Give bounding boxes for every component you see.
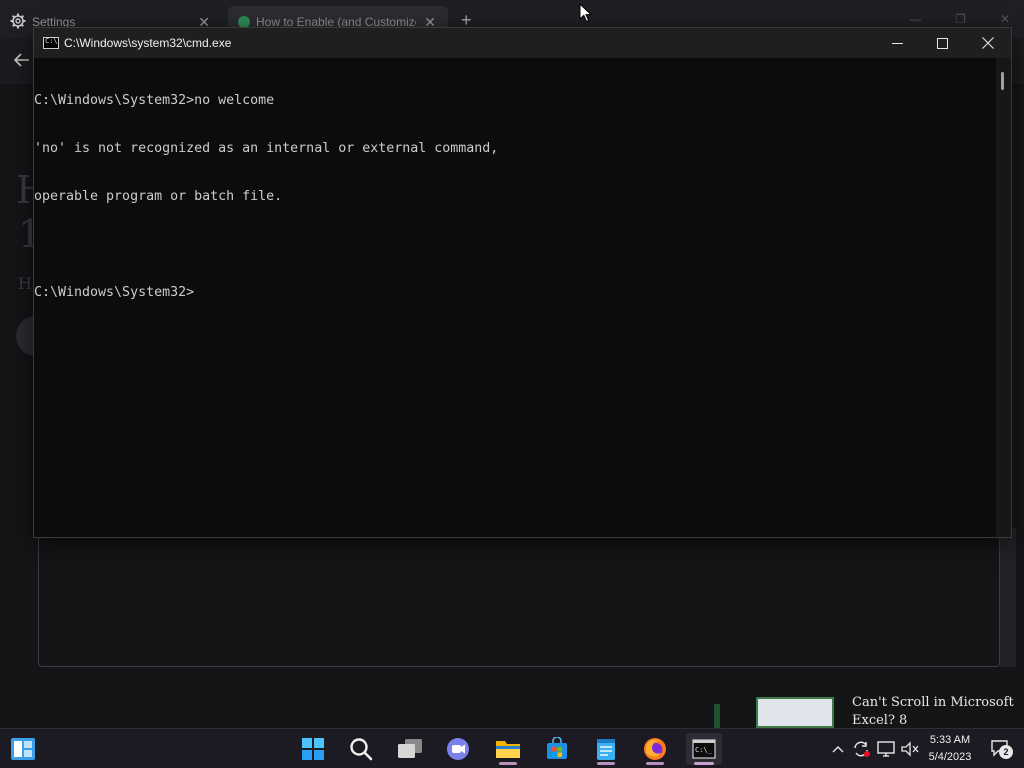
promo-title: Can't Scroll in Microsoft Excel? 8 [852,695,1014,728]
cmd-scrollbar[interactable] [996,58,1011,537]
windows-logo-icon [302,738,324,760]
minimize-icon[interactable]: — [909,12,921,26]
running-indicator [646,762,664,765]
console-prompt-line[interactable]: C:\Windows\System32> [34,285,996,301]
article-byline-fragment: H [18,274,32,293]
console-line: 'no' is not recognized as an internal or… [34,141,499,156]
folder-icon [496,741,520,758]
gear-icon [10,13,26,32]
widgets-icon [11,738,35,760]
system-clock[interactable]: 5:33 AM 5/4/2023 [922,732,978,766]
related-article-promo[interactable]: Can't Scroll in Microsoft Excel? 8 [756,694,1024,728]
taskbar-cmd-button[interactable]: C:\_ [686,733,722,765]
firefox-icon [644,738,666,760]
taskbar-task-view-button[interactable] [392,733,428,765]
svg-text:C:\_: C:\_ [695,746,713,754]
browser-window-controls: — ❐ ✕ [909,12,1010,26]
network-display-icon[interactable] [874,737,898,761]
taskbar-start-button[interactable] [295,733,331,765]
maximize-icon [936,37,948,49]
search-icon [350,738,373,761]
promo-thumbnail [756,697,834,728]
cmd-window[interactable]: C:\ C:\Windows\system32\cmd.exe C:\Windo… [33,27,1012,538]
cmd-app-icon: C:\ [43,37,59,49]
terminal-icon: C:\_ [692,739,716,759]
cmd-window-title: C:\Windows\system32\cmd.exe [64,36,232,50]
minimize-button[interactable] [874,28,920,58]
cmd-scroll-thumb[interactable] [1001,72,1004,90]
chevron-up-icon[interactable] [826,737,850,761]
taskbar: C:\_ 5:33 AM 5/4/2023 2 [0,728,1024,768]
cmd-console-output[interactable]: C:\Windows\System32>no welcome 'no' is n… [34,58,996,537]
widgets-button[interactable] [10,737,36,761]
article-embed-frame [38,528,1000,667]
clock-time: 5:33 AM [929,734,971,746]
taskbar-search-button[interactable] [343,733,379,765]
volume-muted-icon[interactable] [898,737,922,761]
back-arrow-icon[interactable] [13,52,30,72]
close-icon [982,37,994,49]
notification-count-badge: 2 [999,745,1013,759]
mouse-pointer-icon [579,3,592,23]
system-tray [826,729,922,768]
running-indicator [499,762,517,765]
running-indicator [597,762,615,765]
minimize-icon [891,42,903,44]
maximize-button[interactable] [919,28,965,58]
console-line: C:\Windows\System32>no welcome [34,93,275,108]
taskbar-chat-button[interactable] [440,733,476,765]
notification-center-button[interactable]: 2 [990,739,1014,761]
notepad-icon [597,739,615,760]
console-line: operable program or batch file. [34,189,283,204]
taskbar-store-button[interactable] [539,733,575,765]
cmd-titlebar[interactable]: C:\ C:\Windows\system32\cmd.exe [34,28,1011,58]
close-icon[interactable]: ✕ [1000,12,1010,26]
store-icon [547,737,567,759]
close-button[interactable] [965,28,1011,58]
active-indicator [694,762,714,765]
sync-alert-icon[interactable] [850,737,874,761]
article-scrollbar[interactable] [1000,528,1016,667]
taskbar-firefox-button[interactable] [637,733,673,765]
teams-chat-icon [447,738,469,760]
taskbar-notepad-button[interactable] [588,733,624,765]
clock-date: 5/4/2023 [928,751,972,763]
promo-decoration [714,704,720,728]
taskbar-file-explorer-button[interactable] [490,733,526,765]
restore-icon[interactable]: ❐ [955,12,966,26]
task-view-icon [398,739,422,758]
